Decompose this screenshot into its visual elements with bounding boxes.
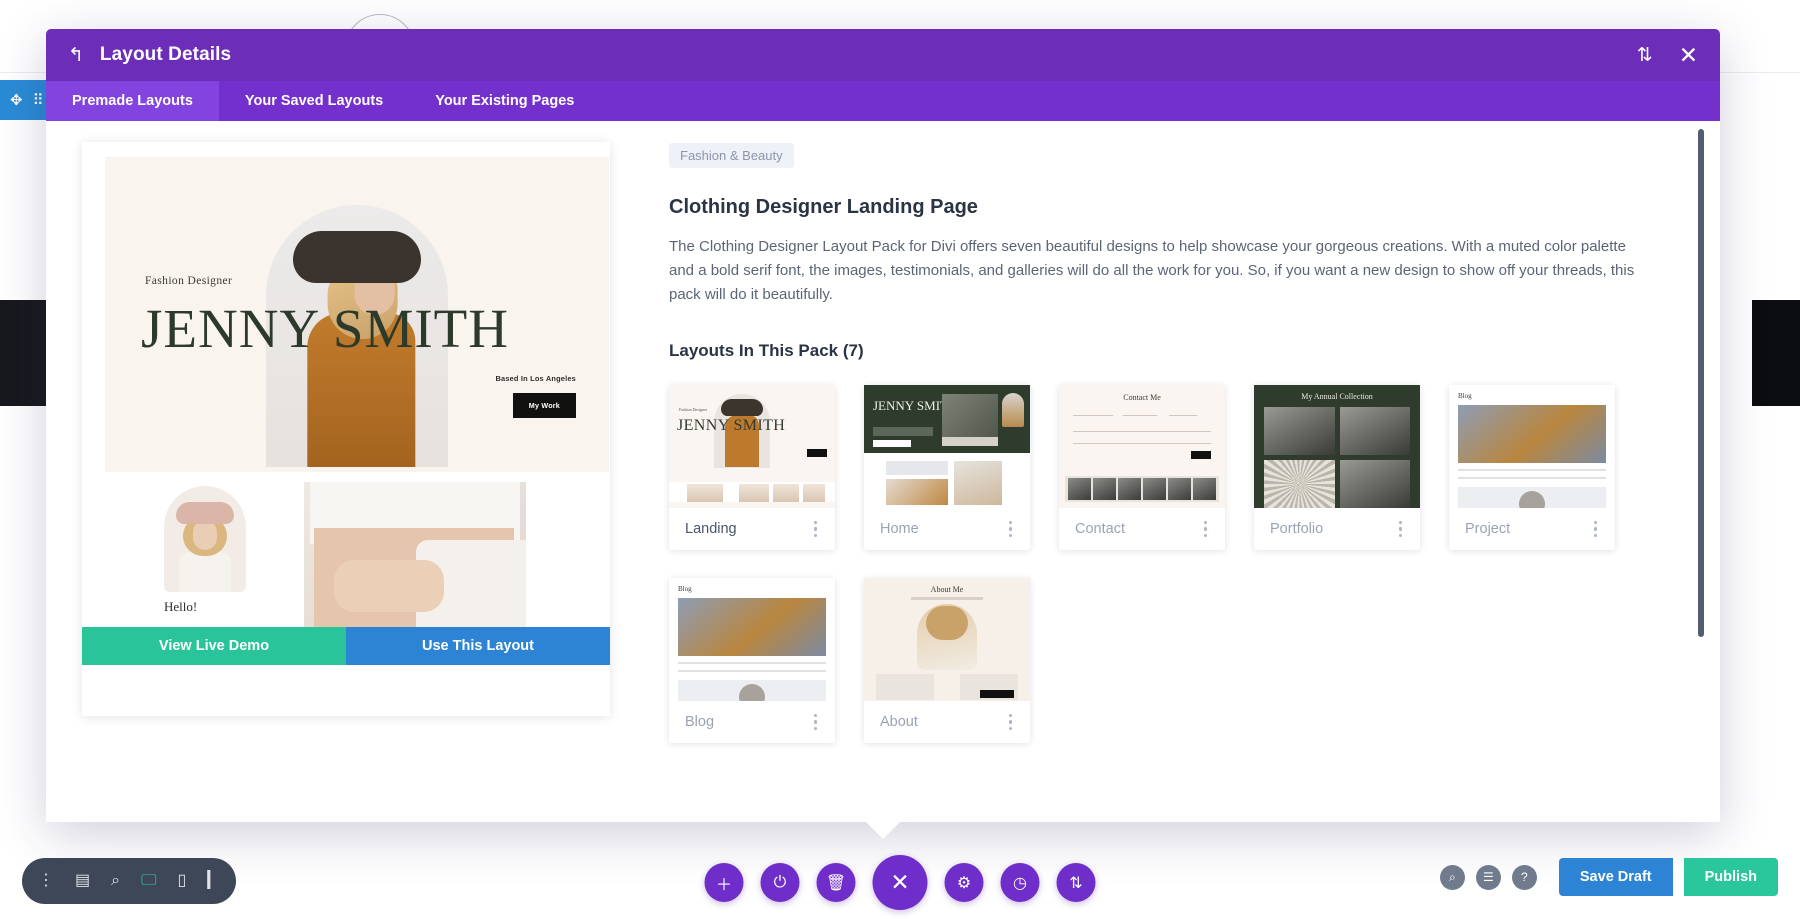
layout-card-label: Blog: [685, 714, 714, 730]
scrollbar-thumb[interactable]: [1698, 129, 1704, 637]
background-dark-block-right: [1752, 300, 1800, 406]
preview-hero-location: Based In Los Angeles: [495, 374, 576, 383]
kebab-menu-icon[interactable]: ⋮: [38, 873, 54, 889]
layout-thumbnail: Contact Me: [1059, 385, 1225, 508]
gear-icon[interactable]: ⚙: [945, 863, 984, 902]
layout-pack-description: The Clothing Designer Layout Pack for Di…: [669, 235, 1641, 307]
layout-pack-title: Clothing Designer Landing Page: [669, 196, 1676, 219]
thumb-title: About Me: [931, 585, 964, 594]
modal-body: Fashion Designer JENNY SMITH Based In Lo…: [46, 121, 1720, 822]
layers-icon[interactable]: ☰: [1476, 865, 1501, 890]
history-icon[interactable]: ◷: [1001, 863, 1040, 902]
page-title: Layout Details: [100, 44, 231, 66]
background-dark-block-left: [0, 300, 48, 406]
thumb-title: Blog: [1458, 392, 1472, 400]
power-toggle-button[interactable]: ⏻: [761, 863, 800, 902]
layout-details-modal: ↰ Layout Details ⇅ ✕ Premade Layouts You…: [46, 29, 1720, 822]
portability-icon[interactable]: ⇅: [1057, 863, 1096, 902]
preview-hello-text: Hello!: [164, 599, 197, 615]
preview-hero-eyebrow: Fashion Designer: [145, 275, 232, 287]
layout-card-blog[interactable]: Blog Blog: [669, 578, 835, 743]
layout-thumbnail: Fashion Designer JENNY SMITH: [669, 385, 835, 508]
save-draft-button[interactable]: Save Draft: [1559, 858, 1673, 896]
close-icon[interactable]: ✕: [1679, 44, 1698, 67]
layout-card-contact[interactable]: Contact Me Contact: [1059, 385, 1225, 550]
publish-button[interactable]: Publish: [1684, 858, 1778, 896]
kebab-menu-icon[interactable]: [810, 710, 822, 735]
preview-hands-image: [304, 482, 526, 637]
sort-arrows-icon[interactable]: ⇅: [1637, 46, 1653, 65]
help-icon[interactable]: ?: [1512, 865, 1537, 890]
screen: ✥ ⠿ ↰ Layout Details ⇅ ✕ Premade Layouts…: [0, 0, 1800, 919]
phone-icon[interactable]: ▎: [207, 873, 219, 889]
modal-pointer-arrow: [866, 822, 900, 839]
move-icon[interactable]: ✥: [10, 91, 23, 109]
layout-card-label: Home: [880, 521, 919, 537]
modal-header: ↰ Layout Details ⇅ ✕: [46, 29, 1720, 81]
category-badge[interactable]: Fashion & Beauty: [669, 143, 794, 168]
kebab-menu-icon[interactable]: [1590, 517, 1602, 542]
layouts-in-pack-heading: Layouts In This Pack (7): [669, 341, 1676, 361]
kebab-menu-icon[interactable]: [810, 517, 822, 542]
grid-icon[interactable]: ⠿: [33, 91, 44, 109]
view-mode-toolbar: ⋮ ▤ ⌕ 🖵 ▯ ▎: [22, 858, 236, 904]
back-arrow-icon[interactable]: ↰: [68, 46, 84, 65]
layout-card-label: Portfolio: [1270, 521, 1323, 537]
layout-preview-panel: Fashion Designer JENNY SMITH Based In Lo…: [46, 121, 659, 822]
layout-thumbnail: About Me: [864, 578, 1030, 701]
wireframe-icon[interactable]: ▤: [75, 873, 90, 889]
view-live-demo-button[interactable]: View Live Demo: [82, 627, 346, 665]
preview-portrait-image: [164, 486, 246, 592]
desktop-icon[interactable]: 🖵: [141, 873, 156, 889]
add-section-button[interactable]: ＋: [705, 863, 744, 902]
main-actions-toolbar: ＋ ⏻ 🗑 ✕ ⚙ ◷ ⇅: [705, 855, 1096, 910]
tab-your-existing-pages[interactable]: Your Existing Pages: [409, 81, 600, 121]
layout-card-label: About: [880, 714, 918, 730]
thumb-title: My Annual Collection: [1301, 392, 1373, 401]
layout-thumbnail: Blog: [1449, 385, 1615, 508]
kebab-menu-icon[interactable]: [1005, 517, 1017, 542]
layout-card-about[interactable]: About Me About: [864, 578, 1030, 743]
save-toolbar: ⌕ ☰ ? Save Draft Publish: [1440, 858, 1778, 896]
use-this-layout-button[interactable]: Use This Layout: [346, 627, 610, 665]
preview-hero-button: My Work: [513, 393, 576, 418]
thumb-eyebrow: Fashion Designer: [679, 407, 707, 412]
preview-hero: Fashion Designer JENNY SMITH Based In Lo…: [105, 157, 609, 472]
layout-card-label: Project: [1465, 521, 1510, 537]
tab-your-saved-layouts[interactable]: Your Saved Layouts: [219, 81, 409, 121]
kebab-menu-icon[interactable]: [1200, 517, 1212, 542]
layout-thumbnail: Blog: [669, 578, 835, 701]
layout-thumbnail: JENNY SMITH: [864, 385, 1030, 508]
search-icon[interactable]: ⌕: [1440, 865, 1465, 890]
preview-action-buttons: View Live Demo Use This Layout: [82, 627, 610, 665]
tab-premade-layouts[interactable]: Premade Layouts: [46, 81, 219, 121]
layout-card-label: Contact: [1075, 521, 1125, 537]
modal-tabbar: Premade Layouts Your Saved Layouts Your …: [46, 81, 1720, 121]
layout-card-home[interactable]: JENNY SMITH Home: [864, 385, 1030, 550]
zoom-out-icon[interactable]: ⌕: [111, 873, 120, 889]
layout-thumbnail: My Annual Collection: [1254, 385, 1420, 508]
kebab-menu-icon[interactable]: [1395, 517, 1407, 542]
preview-hero-name: JENNY SMITH: [141, 291, 585, 367]
trash-button[interactable]: 🗑: [817, 863, 856, 902]
layout-card-landing[interactable]: Fashion Designer JENNY SMITH Landing: [669, 385, 835, 550]
thumb-title: Contact Me: [1123, 393, 1161, 402]
layout-details-panel: Fashion & Beauty Clothing Designer Landi…: [659, 121, 1720, 822]
modal-header-actions: ⇅ ✕: [1637, 44, 1698, 67]
thumb-title: JENNY SMITH: [677, 417, 829, 435]
thumb-title: Blog: [678, 585, 692, 593]
layout-cards-grid: Fashion Designer JENNY SMITH Landing: [669, 385, 1649, 743]
layout-card-label: Landing: [685, 521, 737, 537]
kebab-menu-icon[interactable]: [1005, 710, 1017, 735]
close-menu-button[interactable]: ✕: [873, 855, 928, 910]
layout-card-project[interactable]: Blog Project: [1449, 385, 1615, 550]
tablet-icon[interactable]: ▯: [178, 873, 187, 889]
layout-card-portfolio[interactable]: My Annual Collection Portfolio: [1254, 385, 1420, 550]
